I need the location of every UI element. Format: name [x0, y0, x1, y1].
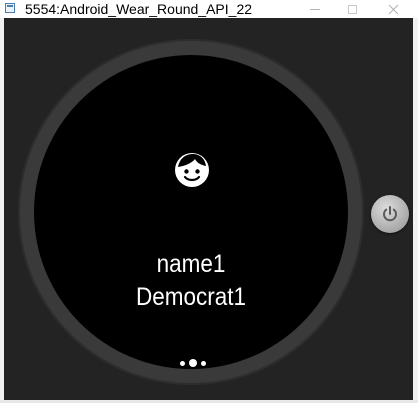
watch-screen[interactable]: name1 Democrat1 [34, 55, 348, 369]
maximize-icon [347, 4, 357, 14]
power-icon [383, 206, 397, 222]
face-icon [175, 153, 209, 187]
maximize-button[interactable] [337, 0, 367, 18]
contact-party: Democrat1 [135, 283, 247, 311]
minimize-button[interactable] [300, 0, 330, 18]
page-dot-active[interactable] [189, 359, 197, 367]
page-dot[interactable] [201, 360, 206, 366]
minimize-icon [310, 8, 320, 10]
power-button[interactable] [371, 195, 409, 233]
contact-name: name1 [156, 250, 226, 278]
window-border-right [413, 18, 418, 400]
emulator-app-icon[interactable] [5, 3, 15, 13]
page-dot[interactable] [180, 360, 185, 366]
page-indicator [177, 358, 209, 368]
window-title: 5554:Android_Wear_Round_API_22 [25, 1, 253, 17]
window-titlebar[interactable]: 5554:Android_Wear_Round_API_22 [0, 0, 418, 18]
close-button[interactable] [378, 0, 408, 18]
close-icon [388, 4, 398, 14]
